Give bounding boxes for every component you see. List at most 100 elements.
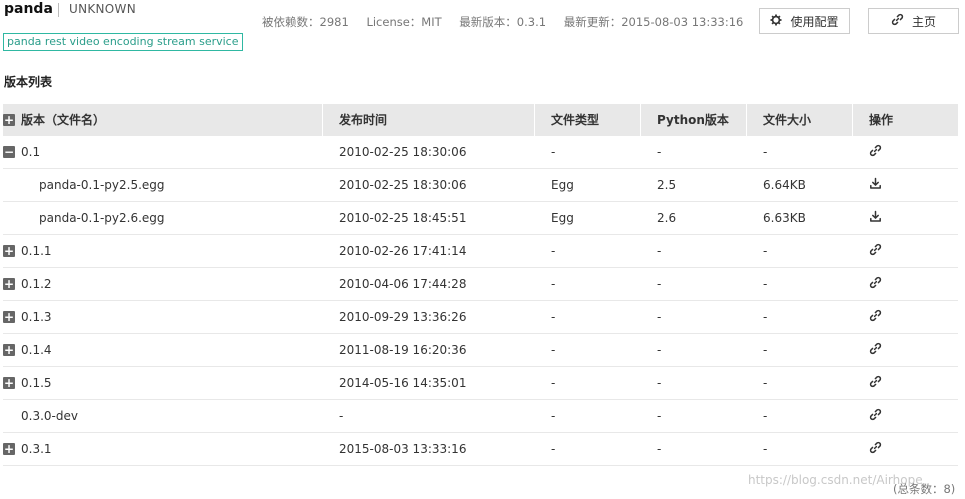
python-version: - xyxy=(657,343,662,357)
version-cell: +0.1.5 xyxy=(3,376,323,390)
column-header-python: Python版本 xyxy=(641,104,747,136)
link-icon[interactable] xyxy=(869,243,882,256)
package-description: panda rest video encoding stream service xyxy=(3,33,243,51)
expand-all-toggle[interactable]: + xyxy=(3,114,15,126)
version-cell: −0.1 xyxy=(3,145,323,159)
file-name: panda-0.1-py2.5.egg xyxy=(39,178,165,192)
file-type: Egg xyxy=(551,211,574,225)
python-version: - xyxy=(657,376,662,390)
column-header-version: + 版本（文件名） xyxy=(3,104,323,136)
file-type: - xyxy=(551,442,556,456)
release-date: 2011-08-19 16:20:36 xyxy=(339,343,467,357)
python-version: - xyxy=(657,409,662,423)
version-row[interactable]: −0.1 2010-02-25 18:30:06 - - - xyxy=(3,136,958,169)
version-name: 0.1.3 xyxy=(21,310,52,324)
expand-toggle-icon[interactable]: + xyxy=(3,377,15,389)
version-cell: panda-0.1-py2.5.egg xyxy=(3,178,323,192)
version-row[interactable]: +0.1.1 2010-02-26 17:41:14 - - - xyxy=(3,235,958,268)
version-row[interactable]: 0.3.0-dev - - - - xyxy=(3,400,958,433)
version-cell: +0.1.1 xyxy=(3,244,323,258)
version-row[interactable]: +0.1.4 2011-08-19 16:20:36 - - - xyxy=(3,334,958,367)
expand-toggle-icon[interactable]: + xyxy=(3,245,15,257)
file-size: - xyxy=(763,343,768,357)
file-size: - xyxy=(763,376,768,390)
download-icon[interactable] xyxy=(869,210,882,223)
python-version: - xyxy=(657,310,662,324)
version-name: 0.1.5 xyxy=(21,376,52,390)
release-date: 2010-02-25 18:45:51 xyxy=(339,211,467,225)
file-size: - xyxy=(763,244,768,258)
version-row[interactable]: +0.1.3 2010-09-29 13:36:26 - - - xyxy=(3,301,958,334)
home-button-label: 主页 xyxy=(911,14,936,29)
version-name: 0.1.4 xyxy=(21,343,52,357)
file-type: - xyxy=(551,343,556,357)
version-row[interactable]: +0.1.2 2010-04-06 17:44:28 - - - xyxy=(3,268,958,301)
column-header-size: 文件大小 xyxy=(747,104,853,136)
link-icon[interactable] xyxy=(869,309,882,322)
link-icon xyxy=(891,13,912,29)
last-updated: 最新更新：2015-08-03 13:33:16 xyxy=(563,15,744,29)
expand-toggle-icon[interactable]: + xyxy=(3,443,15,455)
link-icon[interactable] xyxy=(869,441,882,454)
version-row[interactable]: +0.1.5 2014-05-16 14:35:01 - - - xyxy=(3,367,958,400)
action-cell xyxy=(853,441,958,457)
package-header: panda UNKNOWN panda rest video encoding … xyxy=(0,0,965,60)
file-type: - xyxy=(551,409,556,423)
action-cell xyxy=(853,309,958,325)
column-header-actions: 操作 xyxy=(869,113,894,127)
package-name: panda xyxy=(4,1,53,17)
file-size: - xyxy=(763,310,768,324)
expand-toggle-icon[interactable]: + xyxy=(3,311,15,323)
file-row: panda-0.1-py2.5.egg 2010-02-25 18:30:06 Eg… xyxy=(3,169,958,202)
python-version: - xyxy=(657,244,662,258)
link-icon[interactable] xyxy=(869,276,882,289)
file-type: - xyxy=(551,244,556,258)
column-header-type: 文件类型 xyxy=(535,104,641,136)
action-cell xyxy=(853,342,958,358)
release-date: 2010-09-29 13:36:26 xyxy=(339,310,467,324)
release-date: - xyxy=(339,409,344,423)
table-header: + 版本（文件名） 发布时间 文件类型 Python版本 文件大小 操作 xyxy=(3,104,958,136)
action-cell xyxy=(853,144,958,160)
versions-table: + 版本（文件名） 发布时间 文件类型 Python版本 文件大小 操作 −0.… xyxy=(3,104,958,466)
release-date: 2015-08-03 13:33:16 xyxy=(339,442,467,456)
file-size: - xyxy=(763,145,768,159)
section-title: 版本列表 xyxy=(4,75,53,89)
version-cell: +0.1.4 xyxy=(3,343,323,357)
python-version: 2.5 xyxy=(657,178,677,192)
version-cell: 0.3.0-dev xyxy=(3,409,323,423)
python-version: - xyxy=(657,145,662,159)
action-cell xyxy=(853,210,958,226)
column-header-date: 发布时间 xyxy=(323,104,535,136)
download-icon[interactable] xyxy=(869,177,882,190)
file-size: 6.63KB xyxy=(763,211,806,225)
expand-toggle-icon[interactable]: + xyxy=(3,278,15,290)
release-date: 2014-05-16 14:35:01 xyxy=(339,376,467,390)
link-icon[interactable] xyxy=(869,342,882,355)
home-button[interactable]: 主页 xyxy=(868,8,959,34)
file-type: - xyxy=(551,310,556,324)
link-icon[interactable] xyxy=(869,375,882,388)
python-version: - xyxy=(657,442,662,456)
file-type: - xyxy=(551,277,556,291)
version-cell: panda-0.1-py2.6.egg xyxy=(3,211,323,225)
action-cell xyxy=(853,276,958,292)
license-tag: UNKNOWN xyxy=(69,2,136,16)
release-date: 2010-04-06 17:44:28 xyxy=(339,277,467,291)
file-size: 6.64KB xyxy=(763,178,806,192)
version-name: 0.1 xyxy=(21,145,41,159)
total-count: (总条数：8) xyxy=(893,482,956,496)
dependents-count: 被依赖数：2981 xyxy=(262,15,349,29)
expand-toggle-icon[interactable]: + xyxy=(3,344,15,356)
config-button[interactable]: 使用配置 xyxy=(759,8,850,34)
action-cell xyxy=(853,243,958,259)
version-name: 0.1.1 xyxy=(21,244,52,258)
file-type: Egg xyxy=(551,178,574,192)
link-icon[interactable] xyxy=(869,144,882,157)
version-row[interactable]: +0.3.1 2015-08-03 13:33:16 - - - xyxy=(3,433,958,466)
action-cell xyxy=(853,177,958,193)
link-icon[interactable] xyxy=(869,408,882,421)
collapse-toggle-icon[interactable]: − xyxy=(3,146,15,158)
version-name: 0.1.2 xyxy=(21,277,52,291)
action-cell xyxy=(853,408,958,424)
